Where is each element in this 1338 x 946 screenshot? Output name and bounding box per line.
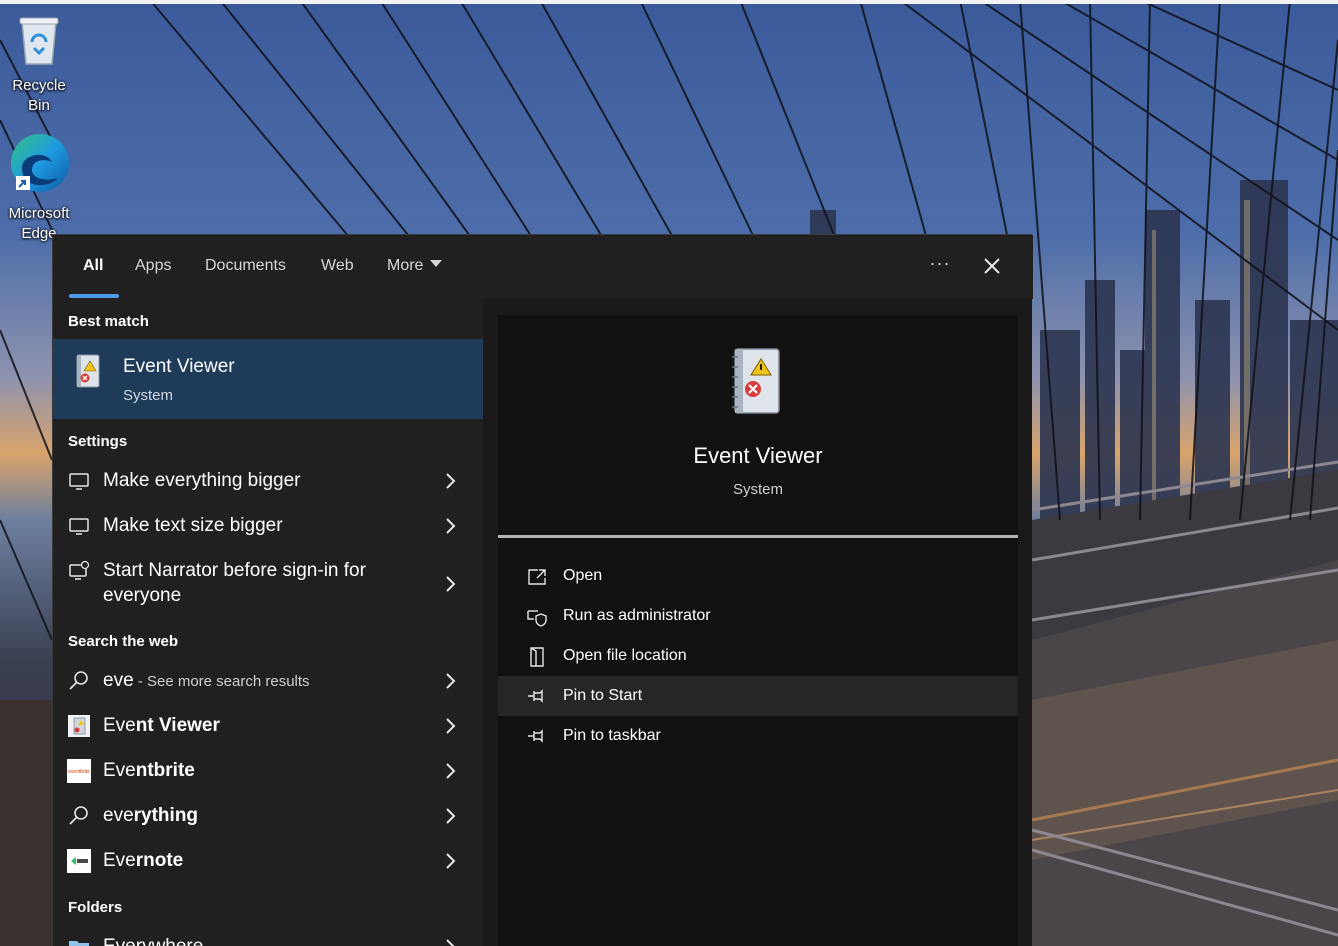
web-result-label: Eventbrite	[103, 760, 195, 782]
web-result-typed: Eve	[103, 715, 136, 736]
folder-icon	[69, 941, 89, 946]
more-options-button[interactable]: ···	[925, 251, 955, 281]
event-viewer-icon	[68, 715, 90, 737]
folder-result-label: Everywhere	[103, 936, 203, 946]
chevron-right-icon	[446, 718, 456, 734]
action-label: Open file location	[563, 647, 687, 664]
search-icon	[69, 671, 88, 690]
close-icon	[984, 258, 1000, 274]
web-result-label: everything	[103, 805, 198, 827]
chevron-right-icon	[446, 576, 456, 592]
section-header-best-match: Best match	[68, 313, 149, 330]
chevron-right-icon	[446, 673, 456, 689]
chevron-right-icon	[446, 808, 456, 824]
web-result-label: eve - See more search results	[103, 670, 310, 692]
monitor-icon	[69, 473, 89, 490]
tab-more[interactable]: More	[387, 257, 443, 275]
web-result-eventbrite[interactable]: eventbrite Eventbrite	[53, 749, 483, 794]
window-top-edge	[0, 0, 1338, 4]
svg-text:eventbrite: eventbrite	[68, 769, 90, 775]
active-tab-indicator	[69, 294, 119, 298]
section-header-folders: Folders	[68, 899, 123, 916]
desktop-icon-label: Recycle Bin	[12, 77, 66, 114]
tab-documents[interactable]: Documents	[205, 257, 286, 275]
recycle-bin-icon	[0, 12, 78, 72]
chevron-right-icon	[446, 473, 456, 489]
web-result-eve[interactable]: eve - See more search results	[53, 659, 483, 704]
action-label: Run as administrator	[563, 607, 711, 624]
open-icon	[528, 569, 546, 585]
eventbrite-icon: eventbrite	[67, 759, 91, 783]
settings-item-make-text-size-bigger[interactable]: Make text size bigger	[53, 504, 483, 549]
action-pin-to-taskbar[interactable]: Pin to taskbar	[498, 716, 1018, 756]
settings-item-label: Make text size bigger	[103, 515, 283, 536]
chevron-right-icon	[446, 853, 456, 869]
desktop-icon-microsoft-edge[interactable]: Microsoft Edge	[0, 132, 78, 244]
preview-subtitle: System	[732, 481, 783, 498]
section-header-settings: Settings	[68, 433, 128, 450]
event-viewer-icon	[729, 345, 785, 422]
tab-web[interactable]: Web	[321, 257, 354, 275]
tab-more-label: More	[387, 257, 424, 274]
evernote-icon	[67, 849, 91, 873]
action-label: Pin to taskbar	[563, 727, 661, 744]
folder-result-everywhere[interactable]: Everywhere	[53, 925, 483, 946]
action-open-file-location[interactable]: Open file location	[498, 636, 1018, 676]
pin-icon	[528, 729, 543, 743]
web-result-typed: eve	[103, 805, 134, 826]
chevron-right-icon	[446, 939, 455, 946]
action-pin-to-start[interactable]: Pin to Start	[498, 676, 1018, 716]
caret-down-icon	[430, 260, 443, 267]
web-result-everything[interactable]: everything	[53, 794, 483, 839]
windows-search-panel: All Apps Documents Web More ··· Best mat…	[52, 234, 1033, 946]
shield-icon	[527, 610, 547, 627]
chevron-right-icon	[446, 763, 456, 779]
preview-title: Event Viewer	[693, 443, 823, 468]
web-result-label: Event Viewer	[103, 715, 220, 737]
web-result-evernote[interactable]: Evernote	[53, 839, 483, 884]
web-result-typed: Eve	[103, 850, 136, 871]
search-filter-tabs: All Apps Documents Web More ···	[53, 235, 1033, 299]
web-result-event-viewer[interactable]: Event Viewer	[53, 704, 483, 749]
best-match-subtitle: System	[123, 387, 174, 404]
pin-icon	[528, 689, 543, 703]
search-results-list: Best match Event Viewer System Settings …	[53, 299, 483, 946]
result-preview-pane: Event Viewer System Open Run as administ…	[483, 299, 1032, 946]
web-result-completion: ntbrite	[135, 760, 195, 781]
settings-item-label-line1: Start Narrator before sign-in for	[103, 560, 366, 581]
web-result-completion: rything	[133, 805, 199, 826]
tab-all[interactable]: All	[83, 257, 103, 275]
monitor-icon	[69, 518, 89, 535]
chevron-right-icon	[446, 518, 456, 534]
desktop-icon-recycle-bin[interactable]: Recycle Bin	[0, 12, 78, 116]
web-result-typed: Eve	[103, 760, 136, 781]
action-run-as-administrator[interactable]: Run as administrator	[498, 596, 1018, 636]
action-label: Pin to Start	[563, 687, 643, 704]
tab-apps[interactable]: Apps	[135, 257, 171, 275]
preview-header-card: Event Viewer System	[498, 315, 1018, 537]
web-result-label: Evernote	[103, 850, 183, 872]
search-icon	[69, 806, 88, 825]
event-viewer-icon	[73, 353, 103, 394]
web-result-hint: - See more search results	[133, 673, 310, 690]
narrator-icon	[69, 560, 90, 580]
settings-item-label-line2: everyone	[103, 585, 182, 606]
section-header-search-the-web: Search the web	[68, 633, 179, 650]
close-button[interactable]	[977, 251, 1007, 281]
web-result-completion: rnote	[135, 850, 184, 871]
web-result-typed: eve	[103, 670, 134, 691]
edge-icon	[0, 132, 78, 200]
best-match-title: Event Viewer	[123, 356, 235, 377]
action-label: Open	[563, 567, 603, 584]
action-open[interactable]: Open	[498, 556, 1018, 596]
best-match-result[interactable]: Event Viewer System	[53, 339, 483, 419]
settings-item-label: Make everything bigger	[103, 470, 301, 491]
file-location-icon	[530, 647, 544, 667]
preview-action-list: Open Run as administrator Open file loca…	[498, 538, 1018, 946]
web-result-completion: nt Viewer	[135, 715, 220, 736]
settings-item-make-everything-bigger[interactable]: Make everything bigger	[53, 459, 483, 504]
settings-item-start-narrator[interactable]: Start Narrator before sign-in for everyo…	[53, 549, 483, 619]
